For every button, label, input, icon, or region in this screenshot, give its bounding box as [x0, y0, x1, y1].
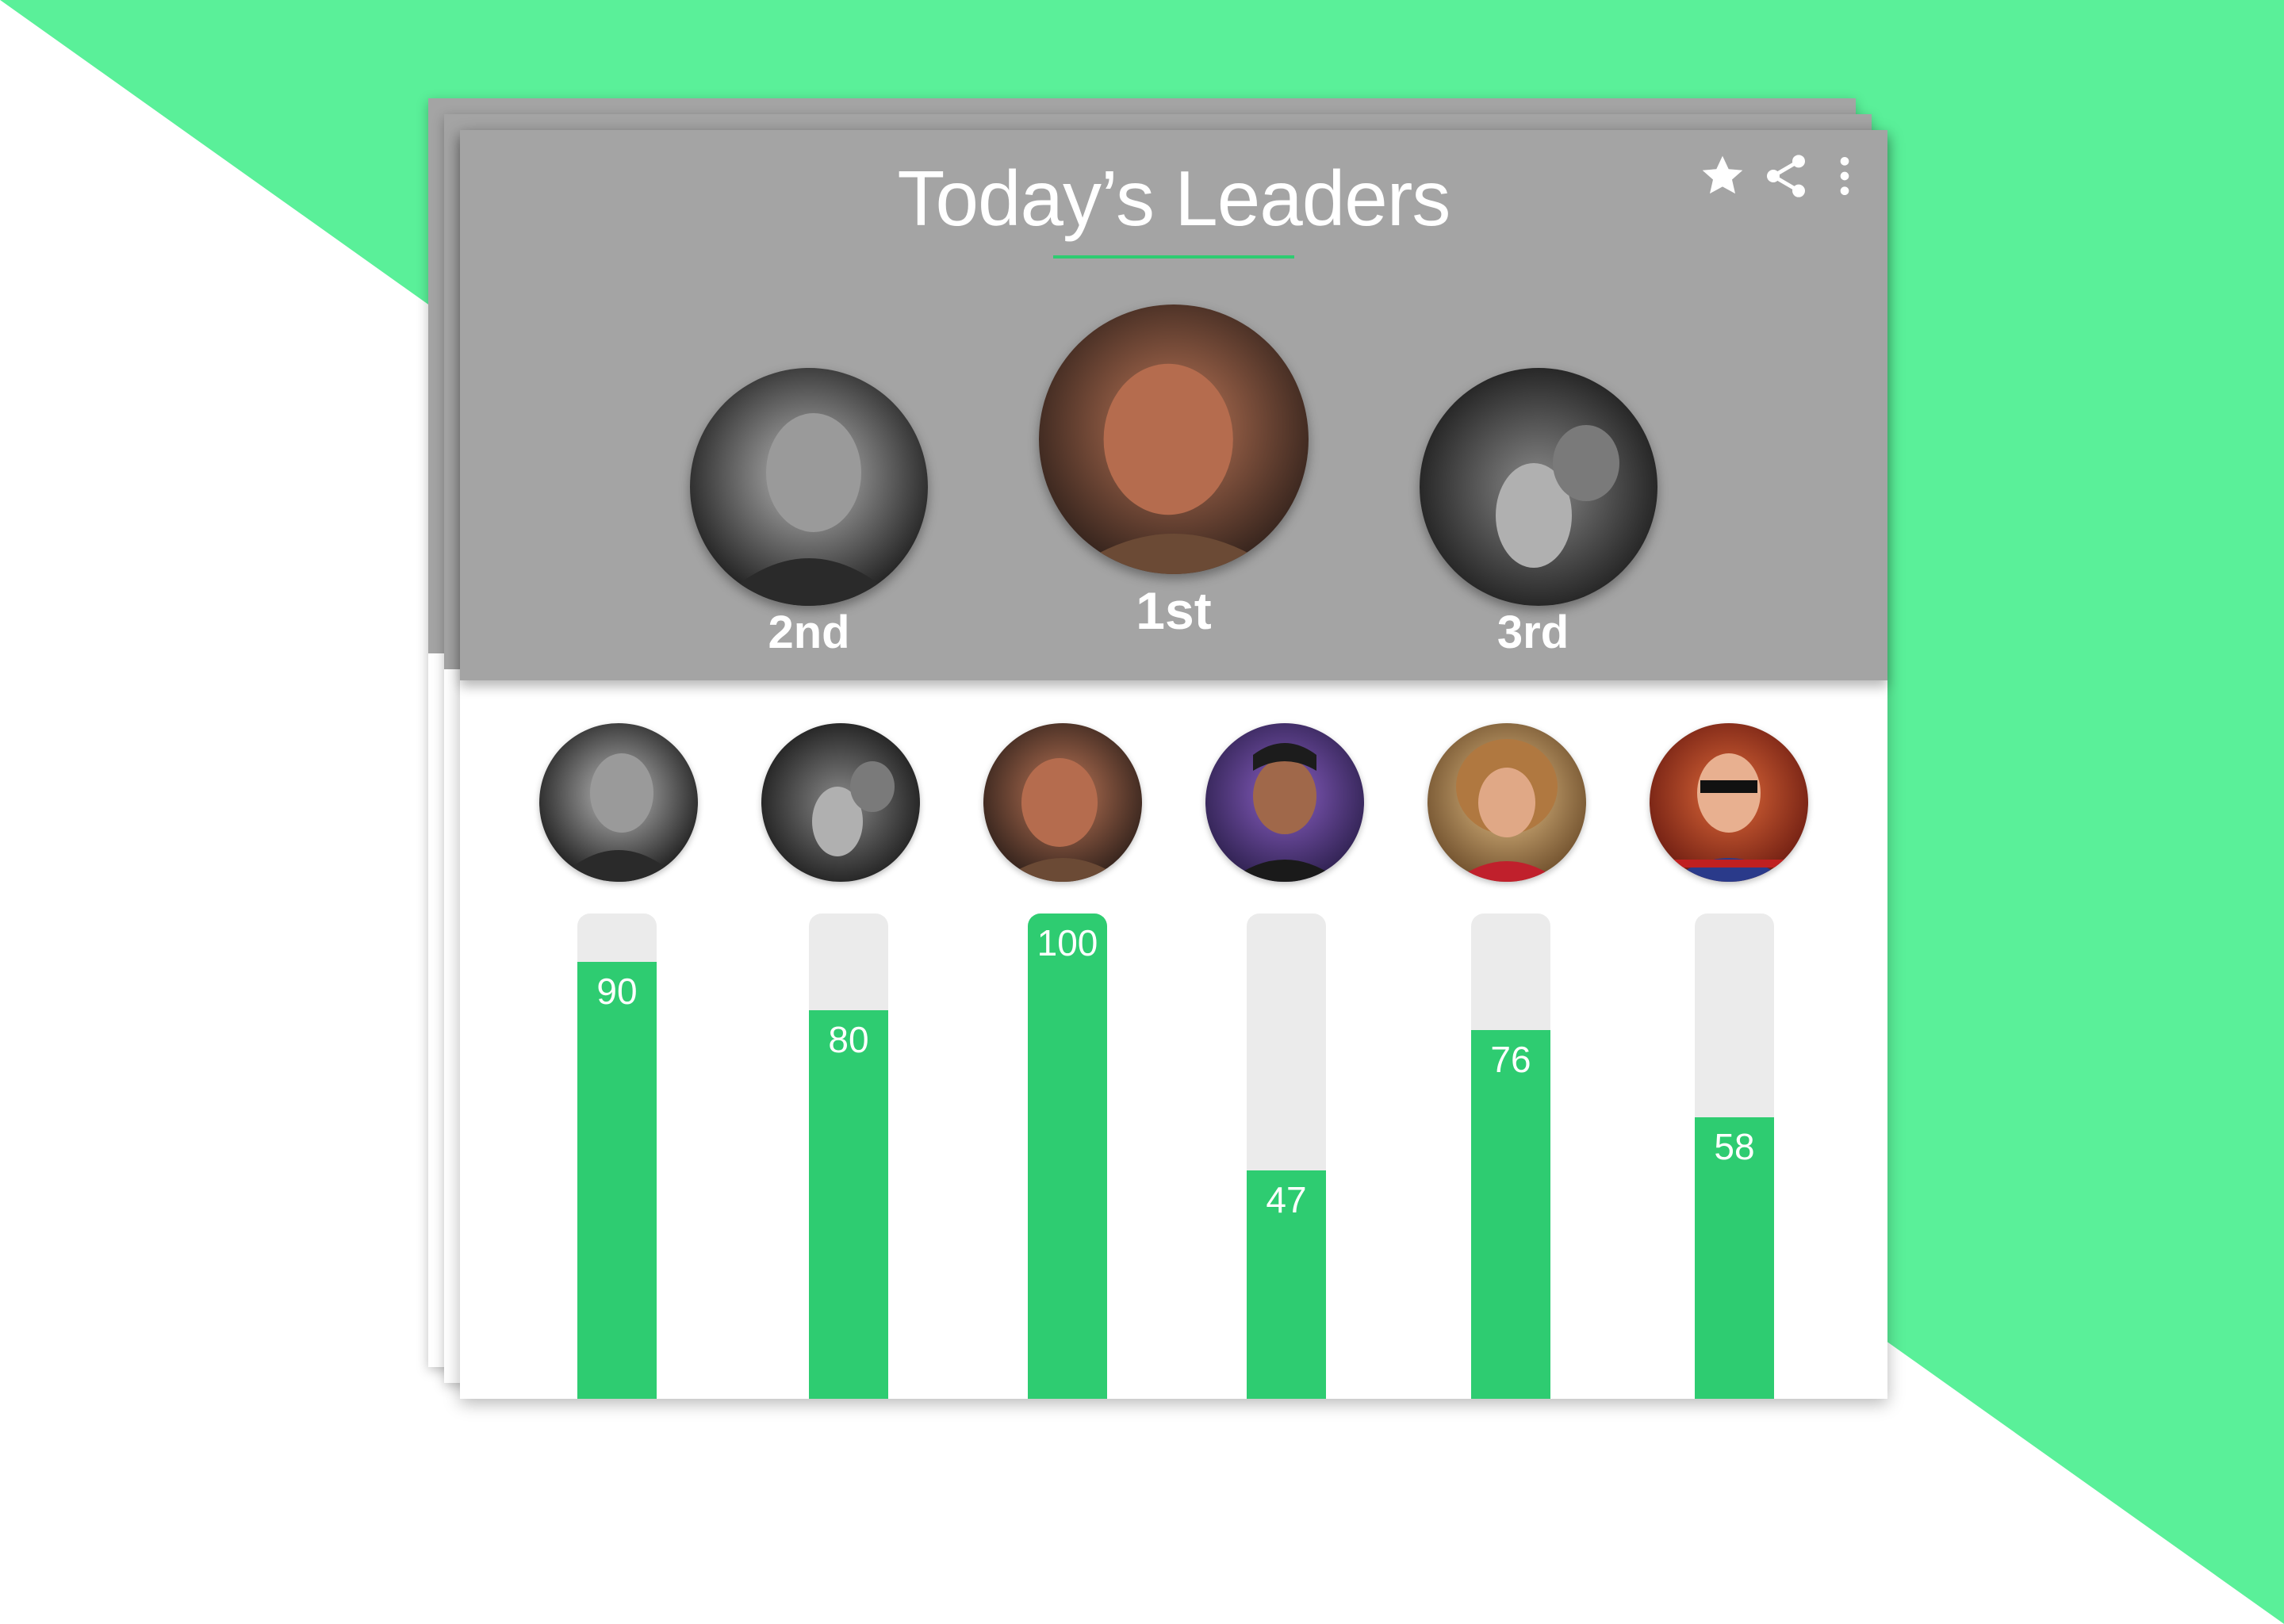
bar-value-label: 100	[1037, 922, 1098, 963]
bar-fill	[1028, 914, 1107, 1399]
share-icon[interactable]	[1761, 151, 1811, 201]
star-icon[interactable]	[1697, 151, 1748, 201]
title-underline	[1053, 255, 1294, 259]
page-title: Today’s Leaders	[897, 155, 1451, 242]
bar-track	[809, 914, 888, 1399]
avatar-third-place[interactable]	[1420, 368, 1657, 606]
avatar-first-place[interactable]	[1039, 304, 1309, 574]
player-avatar-3[interactable]	[983, 723, 1142, 882]
rank-label-third: 3rd	[1496, 607, 1569, 658]
bar-fill	[1471, 1030, 1550, 1399]
player-avatar-2[interactable]	[761, 723, 920, 882]
podium-header: Today’s Leaders 2nd 1st 3rd	[460, 130, 1887, 680]
more-vertical-icon[interactable]	[1819, 151, 1870, 201]
bar-fill	[809, 1010, 888, 1399]
bar-value-label: 58	[1714, 1126, 1755, 1167]
leaderboard-card: Today’s Leaders 2nd 1st 3rd 90 80 100 47…	[460, 130, 1887, 1399]
player-avatar-1[interactable]	[539, 723, 698, 882]
bar-track	[1471, 914, 1550, 1399]
rank-label-first: 1st	[1136, 581, 1212, 640]
bar-track	[1247, 914, 1326, 1399]
bar-value-label: 80	[828, 1019, 869, 1060]
player-avatar-5[interactable]	[1428, 723, 1586, 882]
bar-fill	[577, 962, 657, 1399]
bar-track	[1028, 914, 1107, 1399]
rank-label-second: 2nd	[768, 607, 850, 658]
player-avatar-4[interactable]	[1205, 723, 1364, 882]
bar-value-label: 76	[1490, 1039, 1531, 1080]
avatar-second-place[interactable]	[690, 368, 928, 606]
bar-value-label: 47	[1266, 1179, 1307, 1220]
bar-value-label: 90	[596, 971, 638, 1012]
player-avatar-6[interactable]	[1650, 723, 1808, 882]
